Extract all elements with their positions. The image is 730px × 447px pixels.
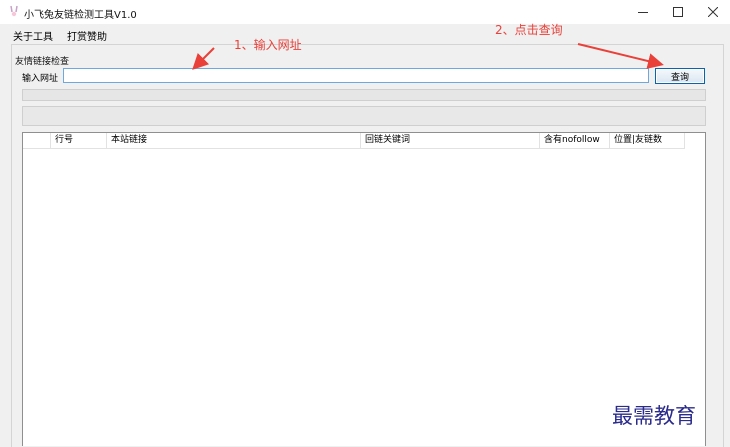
close-icon — [708, 7, 718, 17]
title-bar: 小飞兔友链检测工具V1.0 — [0, 0, 730, 24]
menu-about-tool[interactable]: 关于工具 — [13, 28, 53, 43]
column-header-nofollow[interactable]: 含有nofollow — [540, 133, 610, 149]
menu-bar: 关于工具 打赏赞助 — [0, 24, 730, 44]
group-label: 友情链接检查 — [15, 57, 70, 67]
progress-bar — [22, 89, 706, 101]
annotation-step2: 2、点击查询 — [495, 23, 563, 37]
close-button[interactable] — [696, 0, 730, 24]
url-input[interactable] — [63, 68, 649, 83]
rabbit-app-icon — [10, 5, 18, 17]
annotation-step1: 1、输入网址 — [234, 38, 302, 52]
maximize-button[interactable] — [661, 0, 695, 24]
column-header-row-number[interactable]: 行号 — [51, 133, 107, 149]
results-list[interactable]: 行号 本站链接 回链关键词 含有nofollow 位置|友链数 — [22, 132, 706, 446]
menu-donate[interactable]: 打赏赞助 — [67, 28, 107, 43]
column-header-position-count[interactable]: 位置|友链数 — [610, 133, 685, 149]
url-label: 输入网址 — [22, 74, 59, 84]
column-header-backlink-keyword[interactable]: 回链关键词 — [361, 133, 540, 149]
maximize-icon — [673, 7, 683, 17]
minimize-button[interactable] — [626, 0, 660, 24]
column-header-site-link[interactable]: 本站链接 — [107, 133, 361, 149]
status-bar — [22, 106, 706, 126]
watermark-text: 最需教育 — [612, 404, 696, 428]
minimize-icon — [638, 12, 648, 13]
window-title: 小飞兔友链检测工具V1.0 — [24, 10, 137, 21]
query-button[interactable]: 查询 — [655, 68, 705, 84]
column-header-blank[interactable] — [23, 133, 51, 149]
